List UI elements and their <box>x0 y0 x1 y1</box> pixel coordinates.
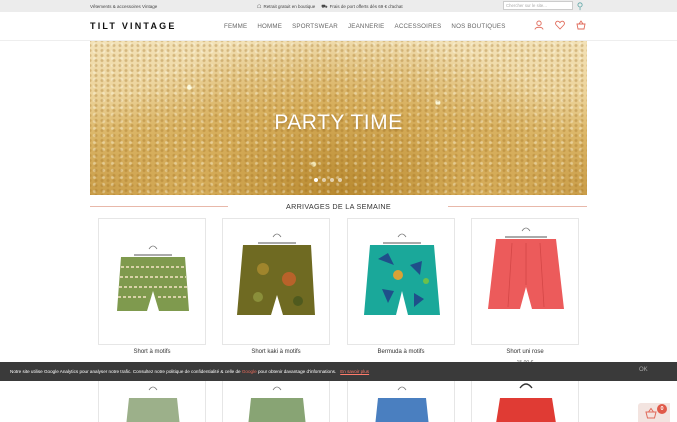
header-icons <box>534 20 586 33</box>
store-pickup-text: Retrait gratuit en boutique <box>263 4 316 9</box>
section-header: ARRIVAGES DE LA SEMAINE <box>90 200 587 214</box>
product-card[interactable] <box>222 375 330 422</box>
tagline: Vêtements & accessoires Vintage <box>90 3 158 9</box>
product-card[interactable] <box>98 375 206 422</box>
product-image <box>248 386 306 422</box>
truck-icon: ⛟ <box>321 3 328 10</box>
product-name[interactable]: Short à motifs <box>98 349 206 355</box>
google-link[interactable]: Google <box>242 369 257 374</box>
product-image <box>496 383 556 422</box>
shipping-info: ☖ Retrait gratuit en boutique ⛟ Frais de p… <box>257 4 403 11</box>
product-image <box>375 386 429 422</box>
slider-dot[interactable] <box>330 178 334 182</box>
slider-dot[interactable] <box>314 178 318 182</box>
cart-icon[interactable] <box>576 20 586 33</box>
main-nav: FEMME HOMME SPORTSWEAR JEANNERIE ACCESSO… <box>224 23 506 30</box>
account-icon[interactable] <box>534 20 544 33</box>
product-name[interactable]: Short kaki à motifs <box>222 349 330 355</box>
cart-count-badge: 0 <box>657 404 667 414</box>
product-image <box>117 245 189 311</box>
nav-item-homme[interactable]: HOMME <box>257 23 282 30</box>
product-card[interactable] <box>347 218 455 345</box>
product-image <box>237 233 315 315</box>
slider-dot[interactable] <box>338 178 342 182</box>
product-card[interactable] <box>347 375 455 422</box>
product-card[interactable] <box>222 218 330 345</box>
slider-dot[interactable] <box>322 178 326 182</box>
divider <box>448 206 587 207</box>
product-image <box>488 227 564 309</box>
header: TILT VINTAGE FEMME HOMME SPORTSWEAR JEAN… <box>0 12 677 41</box>
nav-item-femme[interactable]: FEMME <box>224 23 247 30</box>
store-icon: ☖ <box>257 4 262 10</box>
product-image <box>364 233 440 315</box>
nav-item-accessoires[interactable]: ACCESSOIRES <box>395 23 442 30</box>
floating-cart-button[interactable]: 0 <box>638 403 670 422</box>
product-card[interactable] <box>471 375 579 422</box>
free-shipping-text: Frais de port offerts dès 69 € d'achat <box>329 3 403 9</box>
hero-slider[interactable]: PARTY TIME <box>90 41 587 195</box>
cookie-banner: Notre site utilise Google Analytics pour… <box>0 362 677 381</box>
basket-icon <box>645 407 657 422</box>
product-card[interactable] <box>471 218 579 345</box>
product-name[interactable]: Bermuda à motifs <box>347 349 455 355</box>
learn-more-link[interactable]: En savoir plus <box>340 369 369 374</box>
product-name[interactable]: Short uni rose <box>471 349 579 355</box>
hero-title: PARTY TIME <box>274 111 403 134</box>
search-icon[interactable]: ⚲ <box>574 0 586 12</box>
page: Vêtements & accessoires Vintage ☖ Retrait… <box>0 0 677 422</box>
nav-item-sportswear[interactable]: SPORTSWEAR <box>292 23 338 30</box>
search-input[interactable]: Chercher sur le site... <box>503 1 573 10</box>
cookie-text-before: Notre site utilise Google Analytics pour… <box>10 368 242 374</box>
top-bar: Vêtements & accessoires Vintage ☖ Retrait… <box>0 0 677 12</box>
cookie-text-after: pour obtenir davantage d'informations. <box>256 368 337 374</box>
product-card[interactable] <box>98 218 206 345</box>
free-shipping-info: ⛟ Frais de port offerts dès 69 € d'achat <box>321 4 402 11</box>
product-image <box>126 386 180 422</box>
cookie-text: Notre site utilise Google Analytics pour… <box>10 369 369 374</box>
slider-dots <box>314 178 342 182</box>
nav-item-nos-boutiques[interactable]: NOS BOUTIQUES <box>451 23 505 30</box>
cookie-close-button[interactable]: OK <box>639 367 648 373</box>
nav-item-jeannerie[interactable]: JEANNERIE <box>348 23 385 30</box>
site-logo[interactable]: TILT VINTAGE <box>90 21 177 31</box>
wishlist-icon[interactable] <box>555 20 565 33</box>
store-pickup-info: ☖ Retrait gratuit en boutique <box>257 4 315 10</box>
